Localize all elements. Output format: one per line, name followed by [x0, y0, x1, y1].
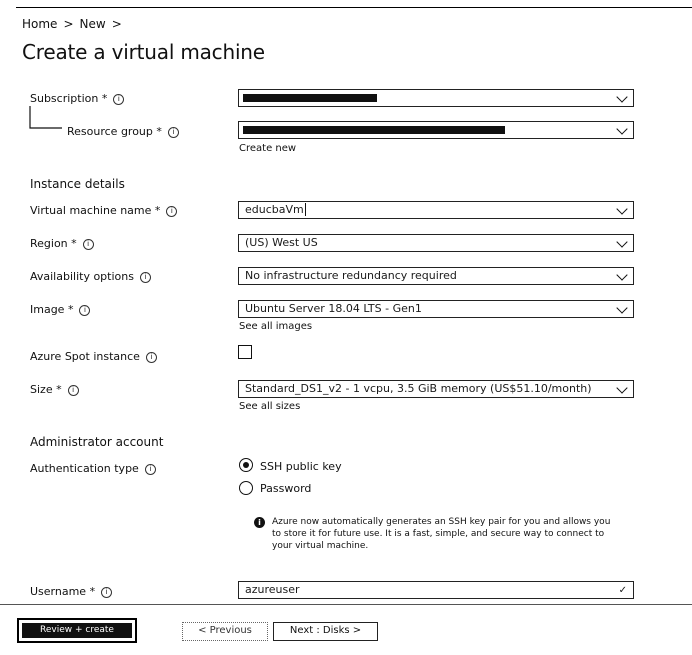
info-icon[interactable]: i: [113, 94, 125, 105]
availability-label: Availability options i: [30, 270, 151, 283]
info-icon[interactable]: i: [82, 239, 94, 250]
auth-type-label: Authentication type i: [30, 462, 156, 475]
redacted-value: [243, 126, 505, 136]
subscription-dropdown[interactable]: [238, 89, 634, 107]
top-divider: [16, 7, 692, 8]
chevron-down-icon: [616, 382, 628, 394]
info-icon[interactable]: i: [67, 385, 79, 396]
info-icon[interactable]: i: [79, 305, 91, 316]
ssh-key-label[interactable]: SSH public key: [260, 460, 342, 473]
subscription-label: Subscription * i: [30, 92, 125, 105]
text-cursor: [304, 203, 306, 216]
spot-instance-checkbox[interactable]: [238, 345, 252, 359]
info-icon[interactable]: i: [145, 352, 157, 363]
info-icon[interactable]: i: [166, 206, 178, 217]
info-icon[interactable]: i: [139, 272, 151, 283]
image-label: Image * i: [30, 303, 91, 316]
username-input[interactable]: azureuser ✓: [238, 581, 634, 599]
breadcrumb-separator: >: [111, 17, 122, 31]
vm-name-label: Virtual machine name * i: [30, 204, 178, 217]
checkmark-icon: ✓: [618, 585, 627, 596]
review-create-button[interactable]: Review + create: [17, 618, 137, 643]
redacted-value: [243, 94, 377, 104]
region-dropdown[interactable]: (US) West US: [238, 234, 634, 252]
admin-account-heading: Administrator account: [30, 435, 164, 449]
resource-group-dropdown[interactable]: [238, 121, 634, 139]
size-dropdown[interactable]: Standard_DS1_v2 - 1 vcpu, 3.5 GiB memory…: [238, 380, 634, 398]
breadcrumb: Home > New >: [22, 17, 128, 31]
review-create-label: Review + create: [22, 623, 132, 638]
spot-instance-label: Azure Spot instance i: [30, 350, 157, 363]
password-label[interactable]: Password: [260, 482, 311, 495]
info-icon[interactable]: i: [101, 587, 113, 598]
footer-divider: [0, 604, 692, 605]
chevron-down-icon: [616, 269, 628, 281]
previous-button[interactable]: < Previous: [182, 622, 268, 641]
chevron-down-icon: [616, 236, 628, 248]
next-disks-button[interactable]: Next : Disks >: [273, 622, 378, 641]
info-icon[interactable]: i: [167, 127, 179, 138]
ssh-key-radio[interactable]: [239, 458, 253, 472]
username-label: Username * i: [30, 585, 113, 598]
create-new-link[interactable]: Create new: [239, 143, 296, 154]
size-label: Size * i: [30, 383, 79, 396]
image-dropdown[interactable]: Ubuntu Server 18.04 LTS - Gen1: [238, 300, 634, 318]
vm-name-input[interactable]: educbaVm: [238, 201, 634, 219]
info-filled-icon: i: [254, 517, 265, 528]
availability-dropdown[interactable]: No infrastructure redundancy required: [238, 267, 634, 285]
chevron-down-icon: [616, 91, 628, 103]
ssh-info-note: Azure now automatically generates an SSH…: [272, 517, 611, 551]
see-all-images-link[interactable]: See all images: [239, 321, 312, 332]
breadcrumb-home[interactable]: Home: [22, 17, 57, 31]
chevron-down-icon: [616, 123, 628, 135]
chevron-down-icon: [616, 203, 628, 215]
see-all-sizes-link[interactable]: See all sizes: [239, 401, 300, 412]
info-icon[interactable]: i: [144, 464, 156, 475]
region-label: Region * i: [30, 237, 94, 250]
password-radio[interactable]: [239, 481, 253, 495]
tree-connector-icon: [29, 106, 62, 129]
breadcrumb-new[interactable]: New: [80, 17, 106, 31]
resource-group-label: Resource group * i: [67, 125, 179, 138]
chevron-down-icon: [616, 302, 628, 314]
breadcrumb-separator: >: [63, 17, 74, 31]
page-title: Create a virtual machine: [22, 40, 265, 64]
instance-details-heading: Instance details: [30, 177, 125, 191]
